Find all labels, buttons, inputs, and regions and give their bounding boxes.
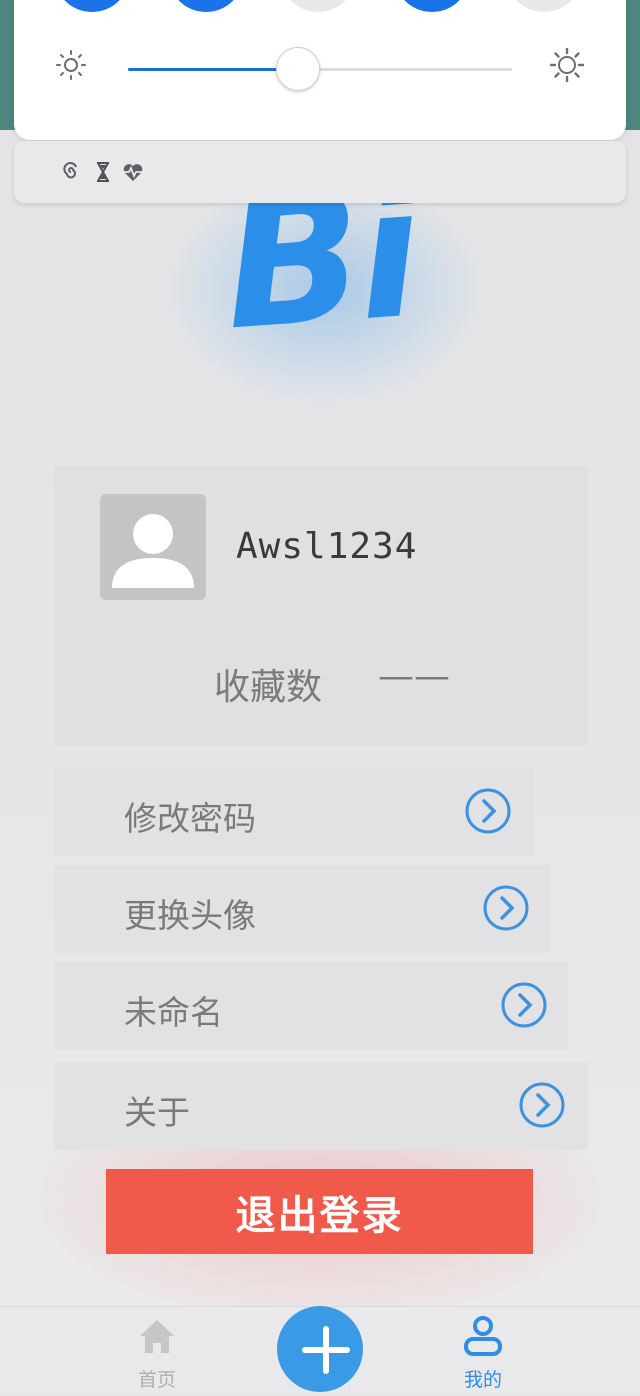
brightness-slider[interactable] [128, 47, 512, 91]
notification-strip[interactable] [14, 141, 626, 203]
user-avatar-icon [112, 514, 194, 588]
plus-icon [302, 1326, 350, 1374]
brightness-slider-fill [128, 68, 297, 71]
quick-settings-panel [14, 0, 626, 140]
user-profile-icon [464, 1316, 502, 1356]
quick-tile-2[interactable] [168, 0, 244, 12]
menu-item-label: 未命名 [124, 993, 223, 1032]
favorites-label: 收藏数 [214, 667, 323, 708]
add-button[interactable] [277, 1306, 363, 1392]
quick-tile-3[interactable] [280, 0, 356, 12]
quick-tile-1[interactable] [54, 0, 130, 12]
sun-high-icon [550, 48, 584, 82]
home-icon [140, 1320, 174, 1353]
logout-button[interactable]: 退出登录 [106, 1169, 533, 1254]
chevron-right-icon[interactable] [483, 885, 529, 931]
menu-item-label: 更换头像 [124, 896, 256, 935]
menu-item-label: 关于 [124, 1093, 190, 1132]
hourglass-icon [97, 162, 109, 182]
menu-item-unnamed[interactable]: 未命名 [54, 962, 568, 1050]
brightness-slider-thumb[interactable] [275, 47, 320, 91]
chevron-right-icon[interactable] [465, 788, 511, 834]
menu-item-about[interactable]: 关于 [54, 1062, 588, 1150]
avatar[interactable] [100, 494, 206, 600]
tab-home-label: 首页 [137, 1369, 176, 1391]
quick-tile-4[interactable] [394, 0, 470, 12]
menu-item-label: 修改密码 [124, 799, 256, 838]
chevron-right-icon[interactable] [501, 982, 547, 1028]
tab-mine-label: 我的 [463, 1369, 502, 1391]
heartbeat-icon [123, 164, 143, 181]
spiral-icon [63, 162, 77, 179]
chevron-right-icon[interactable] [519, 1082, 565, 1128]
menu-item-change-password[interactable]: 修改密码 [54, 768, 534, 856]
menu-item-change-avatar[interactable]: 更换头像 [54, 865, 550, 953]
favorites-count: —— [378, 656, 450, 697]
profile-card: Awsl1234 收藏数 —— [54, 466, 588, 746]
quick-tile-5[interactable] [506, 0, 582, 12]
tab-home[interactable]: 首页 [97, 1307, 217, 1393]
username: Awsl1234 [236, 526, 418, 567]
sun-low-icon [56, 50, 86, 80]
tab-mine[interactable]: 我的 [423, 1307, 543, 1393]
